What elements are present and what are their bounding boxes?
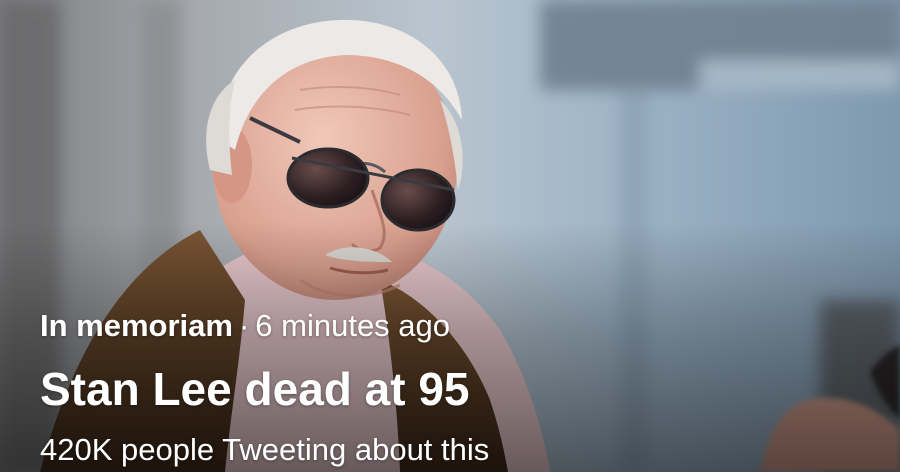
timestamp: 6 minutes ago	[255, 308, 451, 343]
category-label: In memoriam	[40, 308, 233, 343]
tweet-count: 420K people Tweeting about this	[40, 432, 490, 467]
trend-card[interactable]: In memoriam · 6 minutes ago Stan Lee dead …	[0, 0, 900, 472]
separator-dot: ·	[238, 308, 250, 343]
trend-context: In memoriam · 6 minutes ago	[40, 307, 450, 345]
headline[interactable]: Stan Lee dead at 95	[40, 362, 470, 416]
